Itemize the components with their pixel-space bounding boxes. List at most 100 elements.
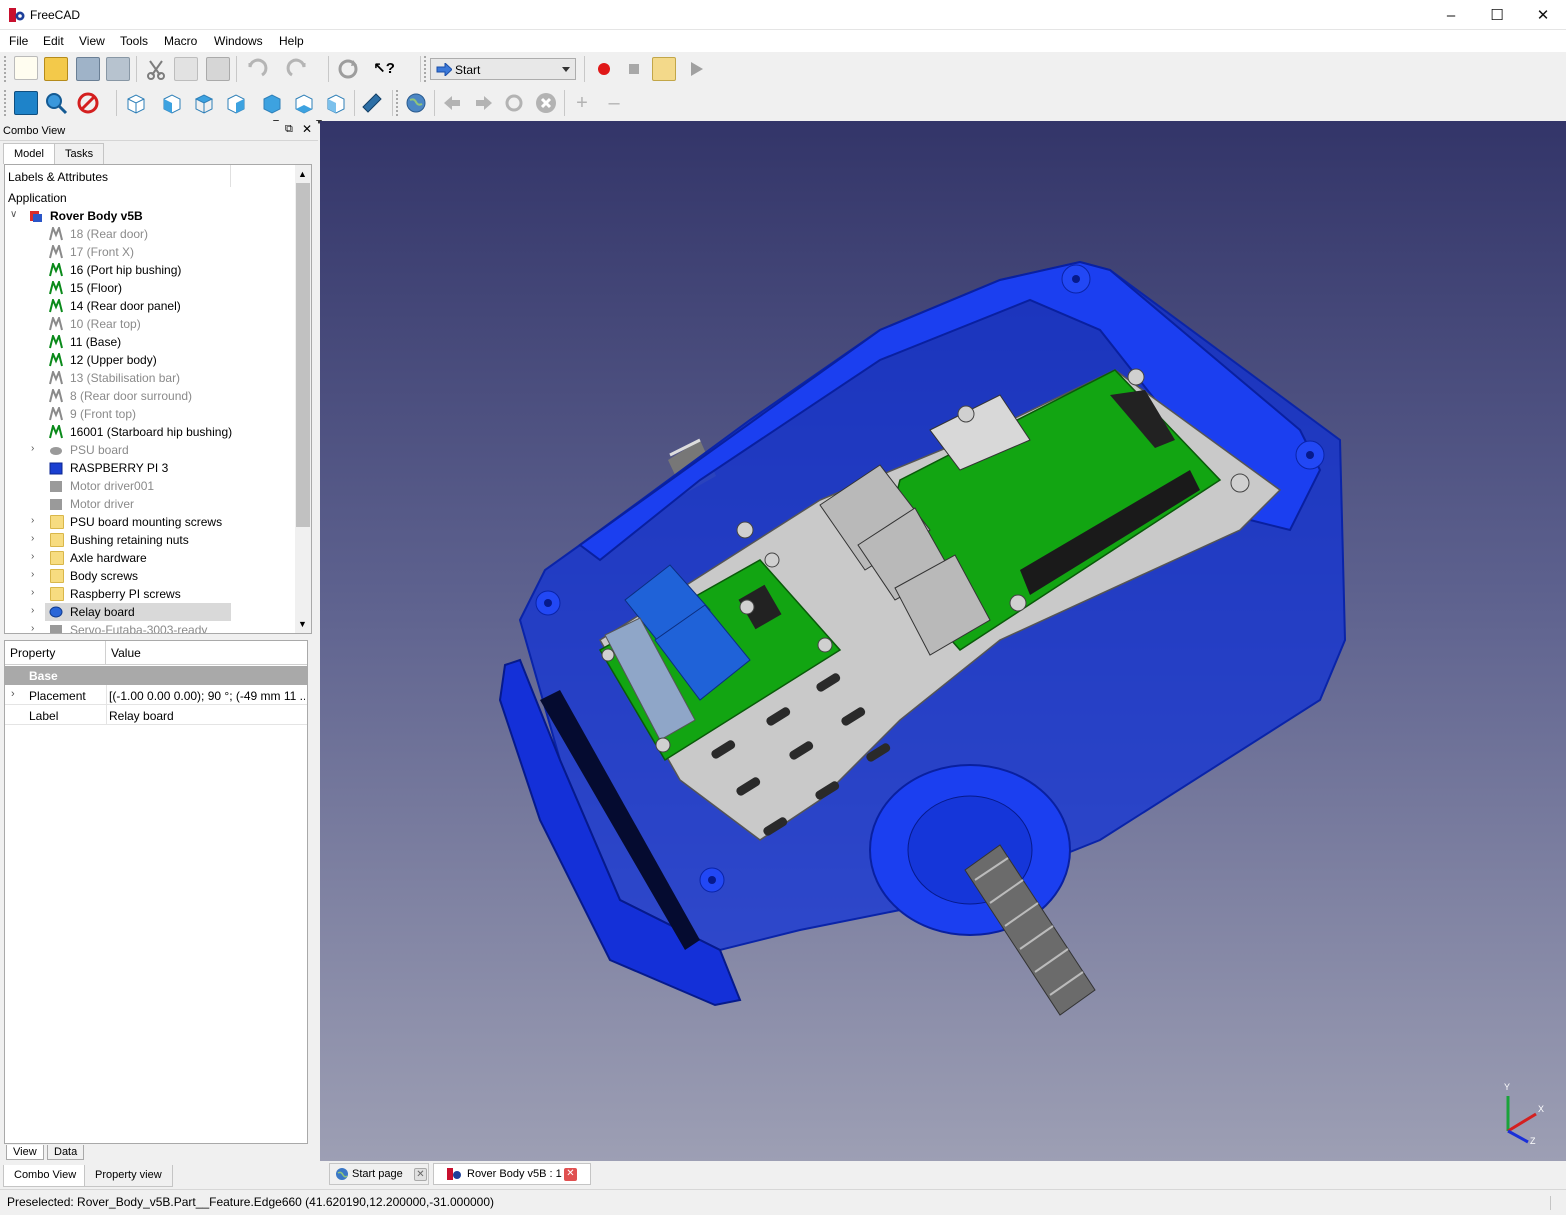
menu-tools[interactable]: Tools (120, 34, 148, 48)
copy-icon[interactable] (174, 57, 198, 81)
menu-windows[interactable]: Windows (214, 34, 263, 48)
tree-item[interactable]: 12 (Upper body) (5, 351, 301, 369)
draw-style-icon[interactable] (76, 91, 100, 115)
expand-chevron-icon[interactable]: › (31, 444, 39, 454)
scroll-up-icon[interactable]: ▲ (298, 169, 307, 179)
refresh-icon[interactable] (336, 57, 360, 81)
tree-item[interactable]: 17 (Front X) (5, 243, 301, 261)
undo-icon[interactable] (244, 57, 268, 81)
expand-chevron-icon[interactable]: › (31, 570, 39, 580)
scroll-down-icon[interactable]: ▼ (298, 619, 307, 629)
view-isometric-icon[interactable] (124, 91, 148, 115)
tree-item-selected[interactable]: › Relay board (5, 603, 301, 621)
macro-run-icon[interactable] (684, 57, 708, 81)
tree-scrollbar[interactable]: ▲ ▼ (295, 165, 311, 633)
tree-item[interactable]: › Bushing retaining nuts (5, 531, 301, 549)
tree-item[interactable]: › Servo-Futaba-3003-ready (5, 621, 301, 634)
property-value[interactable]: [(-1.00 0.00 0.00); 90 °; (-49 mm 11 ... (109, 689, 305, 703)
menu-file[interactable]: File (9, 34, 28, 48)
tab-model[interactable]: Model (3, 143, 55, 164)
zoom-out-icon[interactable]: – (602, 91, 626, 115)
redo-icon[interactable] (286, 57, 310, 81)
property-value[interactable]: Relay board (109, 709, 174, 723)
tab-data[interactable]: Data (47, 1145, 85, 1160)
web-refresh-icon[interactable] (502, 91, 526, 115)
tree-item[interactable]: 14 (Rear door panel) (5, 297, 301, 315)
collapse-chevron-icon[interactable]: ∨ (10, 210, 18, 220)
tab-property-view[interactable]: Property view (84, 1165, 173, 1187)
menu-help[interactable]: Help (279, 34, 304, 48)
view-right-icon[interactable] (224, 91, 248, 115)
save-icon[interactable] (76, 57, 100, 81)
tree-item[interactable]: RASPBERRY PI 3 (5, 459, 301, 477)
tree-item[interactable]: › Axle hardware (5, 549, 301, 567)
save-as-icon[interactable] (106, 57, 130, 81)
tab-combo-view[interactable]: Combo View (3, 1165, 88, 1187)
macro-stop-icon[interactable] (622, 57, 646, 81)
expand-chevron-icon[interactable]: › (31, 624, 39, 634)
macro-record-icon[interactable] (592, 57, 616, 81)
tree-item[interactable]: 18 (Rear door) (5, 225, 301, 243)
toolbar-grip[interactable] (4, 90, 8, 116)
view-front-icon[interactable] (160, 91, 184, 115)
view-rear-icon[interactable] (260, 91, 284, 115)
tree-item[interactable]: 16 (Port hip bushing) (5, 261, 301, 279)
menu-view[interactable]: View (79, 34, 105, 48)
new-document-icon[interactable] (14, 56, 38, 80)
expand-chevron-icon[interactable]: › (31, 552, 39, 562)
tree-item[interactable]: 9 (Front top) (5, 405, 301, 423)
menu-edit[interactable]: Edit (43, 34, 64, 48)
expand-chevron-icon[interactable]: › (31, 588, 39, 598)
maximize-icon[interactable]: ☐ (1474, 0, 1520, 30)
close-tab-icon[interactable]: ✕ (414, 1168, 427, 1181)
zoom-in-icon[interactable]: + (570, 91, 594, 115)
open-folder-icon[interactable] (44, 57, 68, 81)
expand-chevron-icon[interactable]: › (31, 606, 39, 616)
tab-view[interactable]: View (6, 1145, 44, 1160)
fit-all-icon[interactable] (14, 91, 38, 115)
expand-chevron-icon[interactable]: › (11, 688, 15, 700)
value-column-header[interactable]: Value (106, 641, 307, 665)
view-bottom-icon[interactable] (292, 91, 316, 115)
view-top-icon[interactable] (192, 91, 216, 115)
property-column-header[interactable]: Property (5, 641, 106, 665)
tree-item[interactable]: 11 (Base) (5, 333, 301, 351)
menu-macro[interactable]: Macro (164, 34, 197, 48)
minimize-icon[interactable]: – (1428, 0, 1474, 30)
tree-item[interactable]: 13 (Stabilisation bar) (5, 369, 301, 387)
fit-selection-icon[interactable] (44, 91, 68, 115)
view-left-icon[interactable] (324, 91, 348, 115)
measure-distance-icon[interactable] (360, 91, 384, 115)
tree-item[interactable]: › PSU board (5, 441, 301, 459)
expand-chevron-icon[interactable]: › (31, 516, 39, 526)
web-forward-icon[interactable] (472, 91, 496, 115)
web-globe-icon[interactable] (404, 91, 428, 115)
toolbar-grip[interactable] (424, 56, 428, 82)
tree-item[interactable]: 8 (Rear door surround) (5, 387, 301, 405)
close-dock-icon[interactable]: ✕ (302, 122, 312, 136)
property-row-label[interactable]: Label Relay board (5, 705, 307, 725)
tree-item[interactable]: › Raspberry PI screws (5, 585, 301, 603)
cut-icon[interactable] (144, 57, 168, 81)
workbench-selector[interactable]: Start (430, 58, 576, 80)
3d-viewport[interactable]: Y X Z (320, 121, 1566, 1161)
toolbar-grip[interactable] (396, 90, 400, 116)
macro-edit-icon[interactable] (652, 57, 676, 81)
toolbar-grip[interactable] (4, 56, 8, 82)
tab-rover-body[interactable]: Rover Body v5B : 1 ✕ (433, 1163, 591, 1185)
tree-item[interactable]: 15 (Floor) (5, 279, 301, 297)
expand-chevron-icon[interactable]: › (31, 534, 39, 544)
web-stop-icon[interactable] (534, 91, 558, 115)
tree-item[interactable]: › Body screws (5, 567, 301, 585)
tree-item[interactable]: Motor driver (5, 495, 301, 513)
paste-icon[interactable] (206, 57, 230, 81)
web-back-icon[interactable] (440, 91, 464, 115)
float-dock-icon[interactable]: ⧉ (285, 123, 293, 136)
property-row-placement[interactable]: › Placement [(-1.00 0.00 0.00); 90 °; (-… (5, 685, 307, 705)
close-icon[interactable]: ✕ (1520, 0, 1566, 30)
tree-item[interactable]: › PSU board mounting screws (5, 513, 301, 531)
tab-tasks[interactable]: Tasks (54, 143, 105, 164)
tree-document[interactable]: ∨ Rover Body v5B (5, 207, 301, 225)
scrollbar-thumb[interactable] (296, 183, 310, 527)
tree-item[interactable]: 10 (Rear top) (5, 315, 301, 333)
